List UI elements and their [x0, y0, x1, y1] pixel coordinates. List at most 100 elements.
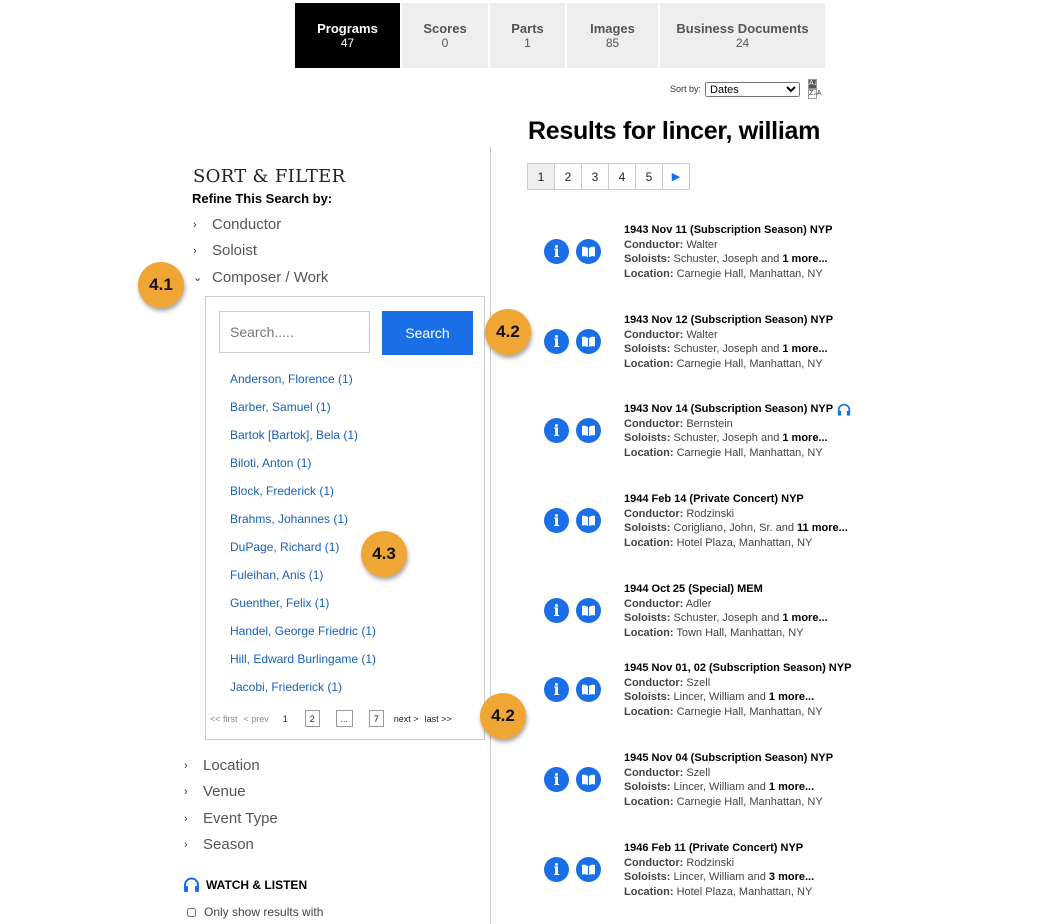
- chevron-right-icon: ›: [184, 785, 188, 798]
- result-title-link[interactable]: 1945 Nov 04 (Subscription Season) NYP: [624, 751, 833, 766]
- more-soloists-link[interactable]: 1 more...: [769, 691, 814, 703]
- open-book-icon[interactable]: [576, 508, 601, 533]
- composer-link[interactable]: Block, Frederick (1): [230, 484, 334, 498]
- tab-label: Programs: [317, 20, 378, 36]
- media-only-checkbox[interactable]: [187, 907, 196, 917]
- soloists-value: Schuster, Joseph and: [673, 612, 780, 624]
- result-title-link[interactable]: 1943 Nov 12 (Subscription Season) NYP: [624, 313, 833, 328]
- composer-search-button[interactable]: Search: [382, 311, 473, 355]
- location-value: Hotel Plaza, Manhattan, NY: [676, 885, 813, 898]
- sort-descending-icon[interactable]: Z↓A: [808, 89, 821, 99]
- composer-link[interactable]: Handel, George Friedric (1): [230, 624, 376, 638]
- facet-composer-work[interactable]: ⌄ Composer / Work: [193, 269, 328, 286]
- next-page-link[interactable]: next >: [394, 714, 419, 724]
- info-icon[interactable]: i: [544, 677, 569, 702]
- page-7-link[interactable]: 7: [368, 710, 384, 727]
- tab-count: 1: [524, 35, 531, 50]
- composer-link[interactable]: DuPage, Richard (1): [230, 540, 339, 554]
- sort-bar: Sort by: Dates A↓Z Z↓A: [670, 79, 821, 99]
- tab-count: 85: [605, 35, 620, 50]
- last-page-link[interactable]: last >>: [425, 714, 452, 724]
- more-soloists-link[interactable]: 3 more...: [769, 871, 814, 883]
- result-details: 1943 Nov 14 (Subscription Season) NYP Con…: [624, 402, 851, 460]
- composer-link[interactable]: Guenther, Felix (1): [230, 596, 329, 610]
- result-details: 1945 Nov 04 (Subscription Season) NYP Con…: [624, 751, 833, 809]
- result-item: i 1943 Nov 14 (Subscription Season) NYP Co…: [544, 402, 864, 462]
- info-icon[interactable]: i: [544, 857, 569, 882]
- result-title-link[interactable]: 1944 Feb 14 (Private Concert) NYP: [624, 492, 804, 507]
- tab-label: Scores: [423, 20, 467, 36]
- page-4[interactable]: 4: [608, 163, 636, 190]
- conductor-value: Adler: [685, 597, 712, 610]
- more-soloists-link[interactable]: 1 more...: [782, 343, 827, 355]
- ellipsis-link[interactable]: ...: [335, 710, 353, 727]
- facet-location[interactable]: › Location: [184, 757, 260, 774]
- more-soloists-link[interactable]: 1 more...: [782, 612, 827, 624]
- next-page-icon[interactable]: ▶: [662, 163, 690, 190]
- facet-label: Venue: [203, 783, 246, 800]
- open-book-icon[interactable]: [576, 857, 601, 882]
- composer-link[interactable]: Barber, Samuel (1): [230, 400, 331, 414]
- sort-ascending-icon[interactable]: A↓Z: [808, 79, 821, 89]
- page-2[interactable]: 2: [554, 163, 582, 190]
- facet-conductor[interactable]: › Conductor: [193, 216, 281, 233]
- conductor-value: Bernstein: [686, 417, 733, 430]
- result-title-link[interactable]: 1944 Oct 25 (Special) MEM: [624, 582, 763, 597]
- facet-venue[interactable]: › Venue: [184, 783, 246, 800]
- location-label: Location:: [624, 705, 674, 718]
- open-book-icon[interactable]: [576, 239, 601, 264]
- open-book-icon[interactable]: [576, 767, 601, 792]
- page-2-link[interactable]: 2: [304, 710, 320, 727]
- annotation-badge: 4.3: [361, 531, 407, 577]
- first-page-link[interactable]: << first: [210, 714, 238, 724]
- open-book-icon[interactable]: [576, 329, 601, 354]
- composer-link[interactable]: Bartok [Bartok], Bela (1): [230, 428, 358, 442]
- more-soloists-link[interactable]: 11 more...: [797, 522, 848, 534]
- info-icon[interactable]: i: [544, 239, 569, 264]
- info-icon[interactable]: i: [544, 418, 569, 443]
- result-title-link[interactable]: 1943 Nov 14 (Subscription Season) NYP: [624, 402, 833, 417]
- result-title-link[interactable]: 1943 Nov 11 (Subscription Season) NYP: [624, 223, 832, 238]
- conductor-value: Walter: [686, 328, 718, 341]
- info-icon[interactable]: i: [544, 598, 569, 623]
- result-details: 1944 Feb 14 (Private Concert) NYP Conduct…: [624, 492, 848, 550]
- composer-search-input[interactable]: [219, 311, 370, 353]
- open-book-icon[interactable]: [576, 598, 601, 623]
- info-icon[interactable]: i: [544, 508, 569, 533]
- tab-scores[interactable]: Scores 0: [402, 3, 488, 68]
- conductor-value: Walter: [686, 238, 718, 251]
- sort-select[interactable]: Dates: [705, 81, 801, 97]
- tab-images[interactable]: Images 85: [567, 3, 658, 68]
- page-1[interactable]: 1: [527, 163, 555, 190]
- info-icon[interactable]: i: [544, 767, 569, 792]
- tab-programs[interactable]: Programs 47: [295, 3, 400, 68]
- result-item: i 1943 Nov 12 (Subscription Season) NYP Co…: [544, 313, 864, 373]
- open-book-icon[interactable]: [576, 677, 601, 702]
- soloists-value: Schuster, Joseph and: [673, 343, 780, 355]
- page-5[interactable]: 5: [635, 163, 663, 190]
- composer-link[interactable]: Biloti, Anton (1): [230, 456, 311, 470]
- tab-parts[interactable]: Parts 1: [490, 3, 565, 68]
- prev-page-link[interactable]: < prev: [244, 714, 269, 724]
- conductor-label: Conductor:: [624, 766, 684, 779]
- result-item: i 1945 Nov 01, 02 (Subscription Season) N…: [544, 661, 864, 721]
- facet-season[interactable]: › Season: [184, 836, 254, 853]
- open-book-icon[interactable]: [576, 418, 601, 443]
- composer-link[interactable]: Jacobi, Friederick (1): [230, 680, 342, 694]
- facet-soloist[interactable]: › Soloist: [193, 242, 257, 259]
- chevron-down-icon: ⌄: [193, 272, 203, 284]
- result-title-link[interactable]: 1946 Feb 11 (Private Concert) NYP: [624, 841, 803, 856]
- result-title-link[interactable]: 1945 Nov 01, 02 (Subscription Season) NY…: [624, 661, 851, 676]
- tab-business-documents[interactable]: Business Documents 24: [660, 3, 825, 68]
- info-icon[interactable]: i: [544, 329, 569, 354]
- composer-link[interactable]: Fuleihan, Anis (1): [230, 568, 323, 582]
- more-soloists-link[interactable]: 1 more...: [782, 253, 827, 265]
- more-soloists-link[interactable]: 1 more...: [782, 432, 827, 444]
- facet-event-type[interactable]: › Event Type: [184, 810, 278, 827]
- composer-link[interactable]: Hill, Edward Burlingame (1): [230, 652, 376, 666]
- annotation-badge: 4.2: [485, 309, 531, 355]
- page-3[interactable]: 3: [581, 163, 609, 190]
- more-soloists-link[interactable]: 1 more...: [769, 781, 814, 793]
- composer-link[interactable]: Brahms, Johannes (1): [230, 512, 348, 526]
- composer-link[interactable]: Anderson, Florence (1): [230, 372, 353, 386]
